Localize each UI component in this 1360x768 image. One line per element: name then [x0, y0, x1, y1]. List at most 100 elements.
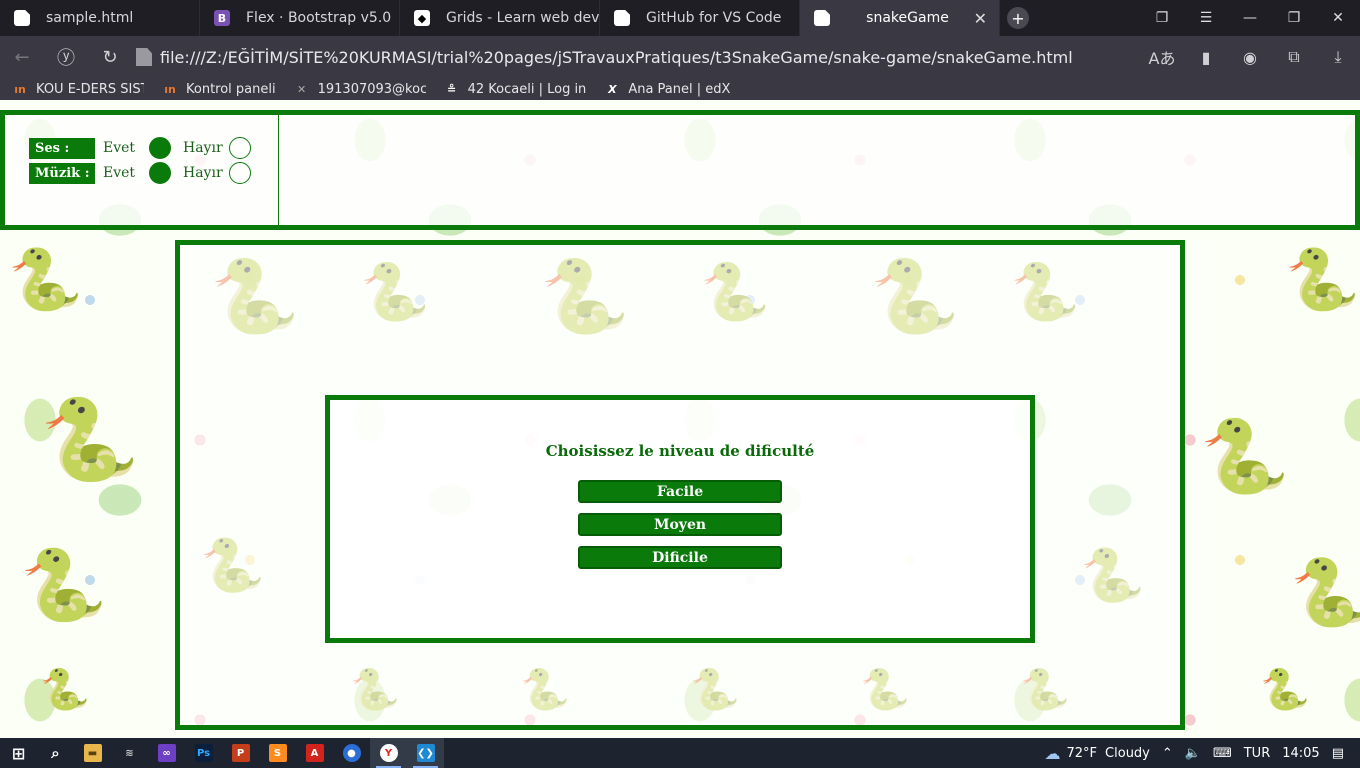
powerpoint-icon[interactable]: P [222, 738, 259, 768]
weather-text: Cloudy [1105, 745, 1150, 761]
music-no-radio[interactable] [229, 162, 251, 184]
firefox-icon[interactable]: ● [333, 738, 370, 768]
url-field[interactable]: file:///Z:/EĞİTİM/SİTE%20KURMASI/trial%2… [160, 48, 1140, 67]
alice-icon[interactable]: ◉ [1228, 36, 1272, 78]
sound-yes-label: Evet [103, 140, 136, 156]
mail-icon: ✕ [297, 82, 307, 96]
address-bar: ← ⓨ ↻ file:///Z:/EĞİTİM/SİTE%20KURMASI/t… [0, 36, 1360, 78]
bookmark-42-kocaeli[interactable]: ≗ 42 Kocaeli | Log in [444, 81, 587, 97]
level-hard-button[interactable]: Dificile [578, 546, 782, 569]
music-yes-radio[interactable] [149, 162, 171, 184]
translate-icon[interactable]: Aあ [1140, 36, 1184, 78]
plus-icon: + [1007, 7, 1029, 29]
start-icon[interactable]: ⊞ [0, 738, 37, 768]
audio-settings-panel: Ses : Evet Hayır Müzik : Evet Hayır [5, 115, 279, 225]
minimize-icon[interactable]: — [1228, 0, 1272, 36]
bookmark-kontrol-paneli[interactable]: ın Kontrol paneli [162, 82, 275, 97]
snake-illustration: 🐍 [1290, 554, 1360, 631]
notifications-icon[interactable]: ▤ [1332, 746, 1344, 761]
snake-illustration: 🐍 [40, 667, 90, 713]
acrobat-icon[interactable]: A [296, 738, 333, 768]
close-window-icon[interactable]: ✕ [1316, 0, 1360, 36]
new-tab-button[interactable]: + [1000, 0, 1036, 36]
bookmark-mail[interactable]: ✕ 191307093@kocae [294, 82, 426, 97]
sound-no-radio[interactable] [229, 137, 251, 159]
tab-label: GitHub for VS Code [646, 10, 782, 26]
photoshop-icon[interactable]: Ps [185, 738, 222, 768]
weather-temp: 72°F [1066, 745, 1098, 761]
tab-mdn-grids[interactable]: ◆ Grids - Learn web developm [400, 0, 600, 36]
level-easy-button[interactable]: Facile [578, 480, 782, 503]
kou-icon: ın [14, 82, 26, 96]
bootstrap-icon: B [214, 10, 230, 26]
snake-illustration: 🐍 [1260, 667, 1310, 713]
document-icon [614, 10, 630, 26]
collections-icon[interactable]: ⧉ [1272, 36, 1316, 78]
keyboard-icon[interactable]: ⌨ [1213, 746, 1232, 761]
file-explorer-icon[interactable]: ▬ [74, 738, 111, 768]
music-yes-label: Evet [103, 165, 136, 181]
edx-icon: X [608, 82, 617, 96]
snake-illustration: 🐍 [40, 393, 140, 486]
snake-illustration: 🐍 [1285, 245, 1360, 315]
tab-github-vscode[interactable]: GitHub for VS Code [600, 0, 800, 36]
system-tray: ☁ 72°F Cloudy ⌃ 🔈 ⌨ TUR 14:05 ▤ [1045, 738, 1360, 768]
menu-icon[interactable]: ☰ [1184, 0, 1228, 36]
bookmarks-bar: ın KOÜ E-DERS SİSTEM ın Kontrol paneli ✕… [0, 78, 1360, 100]
tab-label: Flex · Bootstrap v5.0 [246, 10, 392, 26]
tab-snakegame[interactable]: snakeGame ✕ [800, 0, 1000, 36]
sound-row: Ses : Evet Hayır [29, 137, 251, 159]
download-icon[interactable]: ⤓ [1316, 36, 1360, 78]
reload-icon[interactable]: ↻ [88, 36, 132, 78]
difficulty-prompt: Choisissez le niveau de dificulté [545, 442, 815, 460]
vscode-icon[interactable]: ❮❯ [407, 738, 444, 768]
difficulty-dialog: Choisissez le niveau de dificulté Facile… [325, 395, 1035, 643]
yandex-icon[interactable]: ⓨ [44, 36, 88, 78]
tab-bootstrap-flex[interactable]: B Flex · Bootstrap v5.0 [200, 0, 400, 36]
clock[interactable]: 14:05 [1282, 746, 1319, 761]
sound-no-label: Hayır [183, 140, 223, 156]
visual-studio-icon[interactable]: ∞ [148, 738, 185, 768]
document-icon [14, 10, 30, 26]
tab-label: sample.html [46, 10, 134, 26]
tab-label: Grids - Learn web developm [446, 10, 600, 26]
snake-illustration: 🐍 [1200, 414, 1290, 498]
chevron-up-icon[interactable]: ⌃ [1162, 746, 1173, 761]
level-medium-button[interactable]: Moyen [578, 513, 782, 536]
music-label: Müzik : [29, 162, 95, 184]
close-tab-icon[interactable]: ✕ [974, 9, 987, 28]
yandex-browser-icon[interactable]: Y [370, 738, 407, 768]
42-icon: ≗ [447, 82, 457, 96]
sound-yes-radio[interactable] [149, 137, 171, 159]
tab-sample-html[interactable]: sample.html [0, 0, 200, 36]
sublime-icon[interactable]: S [259, 738, 296, 768]
settings-bar: Ses : Evet Hayır Müzik : Evet Hayır [0, 110, 1360, 230]
snake-illustration: 🐍 [8, 245, 83, 315]
tabs-overview-icon[interactable]: ❐ [1140, 0, 1184, 36]
bookmark-label: Ana Panel | edX [628, 81, 731, 97]
page-viewport: 🐍 🐍 🐍 🐍 🐍 🐍 🐍 🐍 🐍 🐍 🐍 🐍 🐍 🐍 🐍 🐍 🐍 🐍 🐍 🐍 … [0, 100, 1360, 738]
document-icon [814, 10, 830, 26]
bookmark-label: 42 Kocaeli | Log in [467, 81, 587, 97]
windows-taskbar: ⊞ ⌕ ▬ ≋ ∞ Ps P S A ● Y ❮❯ ☁ 72°F Cloudy … [0, 738, 1360, 768]
music-row: Müzik : Evet Hayır [29, 162, 251, 184]
kou-icon: ın [164, 82, 176, 96]
music-no-label: Hayır [183, 165, 223, 181]
browser-tab-strip: sample.html B Flex · Bootstrap v5.0 ◆ Gr… [0, 0, 1360, 36]
bookmark-kou-eders[interactable]: ın KOÜ E-DERS SİSTEM [12, 82, 144, 97]
bookmark-edx[interactable]: X Ana Panel | edX [604, 82, 730, 97]
back-arrow-icon[interactable]: ← [0, 36, 44, 78]
window-controls: ❐ ☰ — ❐ ✕ [1140, 0, 1360, 36]
search-icon[interactable]: ⌕ [37, 738, 74, 768]
weather-widget[interactable]: ☁ 72°F Cloudy [1045, 744, 1150, 763]
restore-icon[interactable]: ❐ [1272, 0, 1316, 36]
snake-illustration: 🐍 [20, 544, 108, 626]
cloud-icon: ☁ [1044, 743, 1061, 763]
bookmark-label: 191307093@kocae [317, 81, 426, 97]
app-icon[interactable]: ≋ [111, 738, 148, 768]
bookmark-icon[interactable]: ▮ [1184, 36, 1228, 78]
language-indicator[interactable]: TUR [1244, 746, 1271, 761]
file-icon [136, 48, 152, 66]
volume-icon[interactable]: 🔈 [1185, 746, 1201, 761]
bookmark-label: KOÜ E-DERS SİSTEM [36, 81, 144, 97]
